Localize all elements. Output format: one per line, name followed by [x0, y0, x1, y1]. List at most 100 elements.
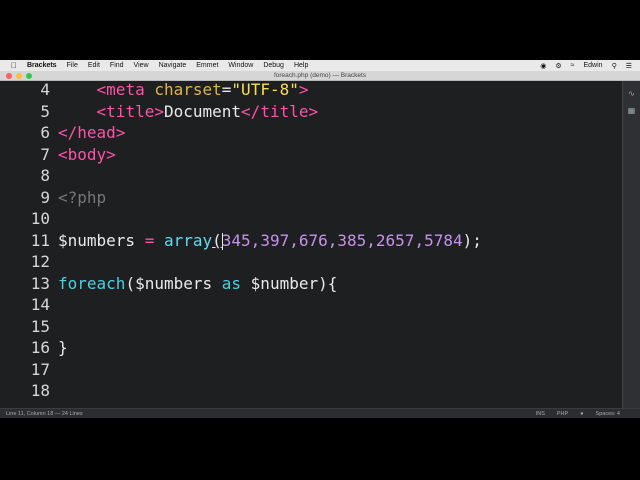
line-code: <body> — [58, 145, 116, 164]
code-line[interactable]: 7 <body> — [0, 144, 116, 166]
closing-brace: } — [58, 338, 68, 358]
line-number: 13 — [30, 273, 50, 293]
line-number: 5 — [40, 101, 50, 121]
paren: ( — [125, 273, 136, 293]
line-number: 11 — [30, 230, 50, 250]
menu-find[interactable]: Find — [110, 62, 124, 69]
status-bar: Line 11, Column 18 — 24 Lines INS PHP ● … — [0, 408, 640, 418]
line-number: 16 — [30, 338, 50, 358]
code-line-active[interactable]: 11 $numbers = array(345,397,676,385,2657… — [0, 230, 482, 252]
tag-bracket: </ — [58, 123, 78, 143]
tag-name: head — [77, 123, 116, 143]
menu-navigate[interactable]: Navigate — [159, 62, 187, 69]
line-code: <title>Document</title> — [58, 101, 319, 121]
menu-bar-status-area: ◉ ⚙ ≈ Edwin ⚲ ☰ — [531, 62, 632, 70]
menu-help[interactable]: Help — [294, 62, 308, 69]
variable: $numbers — [58, 230, 136, 250]
line-number: 6 — [40, 123, 50, 143]
status-bar-right: INS PHP ● Spaces: 4 — [524, 411, 620, 417]
php-open-tag: <?php — [58, 187, 107, 207]
code-line[interactable]: 16 } — [0, 337, 68, 359]
line-number: 15 — [30, 316, 50, 336]
code-line[interactable]: 4 <meta charset="UTF-8"> — [0, 79, 309, 101]
indent-setting[interactable]: Spaces: 4 — [596, 411, 620, 417]
tag-name: title — [106, 101, 155, 121]
attribute-value: "UTF-8" — [231, 80, 299, 100]
code-line[interactable]: 17 — [0, 359, 58, 381]
window-title: foreach.php (demo) — Brackets — [273, 72, 367, 79]
macos-menu-bar:  Brackets File Edit Find View Navigate … — [0, 60, 640, 71]
list-icon[interactable]: ☰ — [626, 62, 632, 70]
variable: $numbers — [135, 273, 213, 293]
cursor-position: Line 11, Column 18 — 24 Lines — [6, 410, 83, 417]
line-number: 9 — [40, 187, 50, 207]
language-selector[interactable]: PHP — [557, 411, 568, 417]
code-line[interactable]: 15 — [0, 316, 58, 338]
tag-name: title — [260, 101, 309, 121]
brackets-window:  Brackets File Edit Find View Navigate … — [0, 60, 640, 418]
line-code: <meta charset="UTF-8"> — [58, 80, 309, 99]
code-line[interactable]: 13 foreach($numbers as $number){ — [0, 273, 338, 295]
menu-debug[interactable]: Debug — [263, 62, 284, 69]
line-number: 10 — [30, 209, 50, 229]
paren-brace: ){ — [318, 273, 338, 293]
line-code: </head> — [58, 123, 125, 142]
line-number: 4 — [40, 80, 50, 100]
menu-edit[interactable]: Edit — [88, 62, 100, 69]
tag-bracket: > — [106, 144, 116, 164]
variable: $number — [250, 273, 319, 293]
tag-bracket: > — [154, 101, 164, 121]
tag-bracket: > — [298, 80, 309, 100]
attribute-name: charset — [154, 80, 222, 100]
tag-bracket: < — [96, 80, 107, 100]
code-line[interactable]: 10 — [0, 208, 58, 230]
tag-name: body — [67, 144, 107, 164]
menu-window[interactable]: Window — [228, 62, 253, 69]
line-number: 12 — [30, 252, 50, 272]
keyword-as: as — [212, 273, 251, 293]
search-icon[interactable]: ⚲ — [612, 62, 617, 70]
wifi-icon[interactable]: ≈ — [571, 62, 575, 69]
line-number: 18 — [30, 381, 50, 401]
tag-bracket: </ — [241, 101, 261, 121]
line-number: 14 — [30, 295, 50, 315]
tag-text: Document — [163, 101, 242, 121]
apple-icon[interactable]:  — [9, 61, 19, 70]
code-line[interactable]: 8 — [0, 165, 58, 187]
function-name: array — [163, 230, 213, 250]
gear-icon[interactable]: ⚙ — [555, 62, 561, 70]
line-number: 7 — [40, 144, 50, 164]
live-preview-icon[interactable]: ∿ — [627, 90, 637, 98]
menu-emmet[interactable]: Emmet — [196, 62, 218, 69]
record-icon[interactable]: ◉ — [540, 62, 546, 70]
code-line[interactable]: 14 — [0, 294, 58, 316]
linter-status-icon[interactable]: ● — [580, 411, 583, 417]
code-line[interactable]: 6 </head> — [0, 122, 125, 144]
paren: ( — [212, 230, 222, 250]
code-line[interactable]: 18 — [0, 380, 58, 402]
tag-bracket: < — [58, 144, 68, 164]
number-list: 345,397,676,385,2657,5784 — [221, 230, 463, 250]
operator: = — [135, 230, 164, 250]
line-number: 8 — [40, 166, 50, 186]
keyword-foreach: foreach — [58, 273, 126, 293]
menu-app-brackets[interactable]: Brackets — [27, 62, 57, 69]
line-code: <?php — [58, 188, 106, 207]
right-toolbar: ∿ ▦ — [622, 81, 640, 408]
equals-sign: = — [221, 80, 232, 100]
extension-manager-icon[interactable]: ▦ — [627, 107, 637, 115]
line-code: $numbers = array(345,397,676,385,2657,57… — [58, 231, 482, 250]
line-number: 17 — [30, 359, 50, 379]
menu-user-name[interactable]: Edwin — [584, 62, 603, 69]
tag-bracket: > — [308, 101, 319, 121]
code-line[interactable]: 9 <?php — [0, 187, 106, 209]
insert-mode-indicator[interactable]: INS — [536, 411, 545, 417]
line-code: } — [58, 338, 68, 357]
code-editor[interactable]: 4 <meta charset="UTF-8"> 5 <title>Docume… — [0, 79, 622, 408]
code-line[interactable]: 5 <title>Document</title> — [0, 101, 318, 123]
menu-view[interactable]: View — [134, 62, 149, 69]
code-line[interactable]: 12 — [0, 251, 58, 273]
menu-file[interactable]: File — [67, 62, 78, 69]
